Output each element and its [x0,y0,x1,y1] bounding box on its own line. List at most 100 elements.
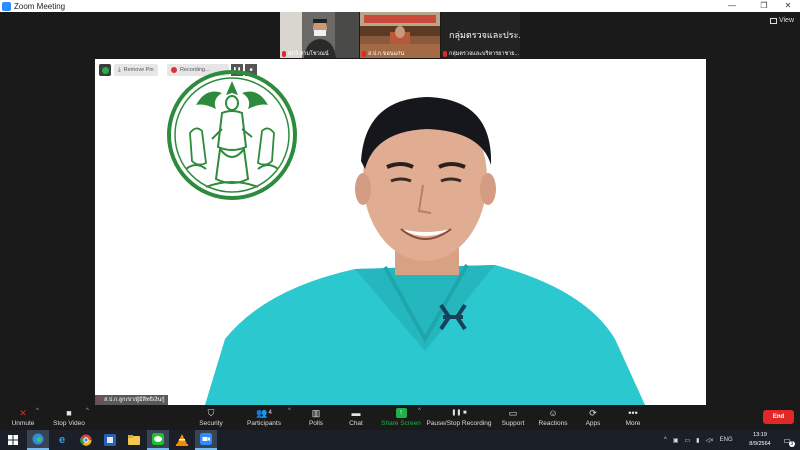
restore-button[interactable]: ❐ [752,0,776,12]
notification-count: 3 [788,440,795,447]
participant-display-name: กลุ่มตรวจและประ... [449,30,520,40]
polls-label: Polls [308,420,324,427]
view-label: View [778,17,794,24]
zoom-app-icon [200,433,212,445]
unmute-label: Unmute [11,420,35,427]
vlc-cone-icon [176,434,188,446]
active-speaker-video: ⤓ Remove Pin Recording... ❚❚ ■ ▮ ส.ป.ก.ล… [95,59,706,405]
video-options-caret[interactable]: ^ [86,408,89,414]
apps-button[interactable]: ⟳ Apps [584,405,602,430]
line-app-icon [152,433,164,445]
more-button[interactable]: ••• More [624,405,642,430]
taskbar-edge[interactable] [27,430,49,450]
language-indicator[interactable]: ENG [720,437,733,443]
active-speaker-name: ส.ป.ก.ลูกเขา/ผู้มีสิทธิเงินกู้ [104,397,165,403]
clock-time: 13:19 [753,432,767,438]
share-screen-label: Share Screen [381,420,421,427]
taskbar-clock[interactable]: 13:19 8/9/2564 [740,431,780,449]
remove-pin-label: Remove Pin [123,67,154,73]
pause-stop-recording-label: Pause/Stop Recording [426,420,492,427]
windows-taskbar: e ^ ▣ ▭ ▮ ◁× ENG 13:19 8/9/2564 ▭ 3 [0,430,800,450]
participant-name: กลุ่มตรวจและบริหารยาชาย... [449,51,520,57]
stop-video-button[interactable]: ■ Stop Video [52,405,86,430]
edge-browser-icon [32,433,44,445]
unmute-button[interactable]: ✕ Unmute [10,405,36,430]
apps-icon: ⟳ [589,408,597,418]
participant-thumbnail[interactable]: ส.ป.ก.ขอนแก่น [360,12,440,58]
taskbar-ie[interactable]: e [51,430,73,450]
participant-name-tag: ศุภวิ ศามโชวณน์ [280,50,331,58]
network-icon[interactable]: ▭ [685,437,691,444]
meeting-stage: View ศุภวิ ศามโชวณน์ ส.ป.ก.ขอนแก่น กลุ่ม… [0,12,800,405]
microphone-tray-icon[interactable]: ▮ [696,437,699,444]
support-button[interactable]: ▭ Support [500,405,526,430]
polls-button[interactable]: ▥ Polls [306,405,326,430]
pause-stop-recording-icon: ❚❚ ■ [451,410,467,416]
share-options-caret[interactable]: ^ [418,408,421,414]
taskbar-zoom[interactable] [195,430,217,450]
chat-bubble-icon: ▬ [351,408,361,418]
window-title: Zoom Meeting [14,1,66,11]
volume-icon[interactable]: ◁× [705,437,713,444]
share-screen-icon: ↑ [395,408,407,418]
share-screen-button[interactable]: ↑ Share Screen [381,405,421,430]
muted-mic-icon [282,51,286,57]
participants-button[interactable]: 👥 4 Participants [246,405,282,430]
tray-expand-icon[interactable]: ^ [664,437,667,443]
participant-name-tag: ส.ป.ก.ขอนแก่น [360,50,406,58]
notification-center-button[interactable]: ▭ 3 [776,430,798,450]
participant-name: ส.ป.ก.ขอนแก่น [368,51,405,57]
support-label: Support [501,420,525,427]
encryption-shield-icon[interactable] [99,64,111,76]
chat-button[interactable]: ▬ Chat [346,405,366,430]
taskbar-vlc[interactable] [171,430,193,450]
taskbar-line[interactable] [147,430,169,450]
taskbar-file-explorer[interactable] [123,430,145,450]
speaker-person [205,97,645,405]
reactions-button[interactable]: ☺ Reactions [538,405,568,430]
pause-stop-recording-button[interactable]: ❚❚ ■ Pause/Stop Recording [426,405,492,430]
participant-name: ศุภวิ ศามโชวณน์ [288,51,329,57]
participants-options-caret[interactable]: ^ [288,408,291,414]
folder-icon [128,435,140,445]
smiley-reaction-icon: ☺ [548,408,558,418]
muted-microphone-icon: ✕ [19,408,27,418]
remove-pin-button[interactable]: ⤓ Remove Pin [114,64,158,76]
end-meeting-button[interactable]: End [763,410,794,424]
participant-thumbnail[interactable]: กลุ่มตรวจและประ... กลุ่มตรวจและบริหารยาช… [441,12,520,58]
pin-icon: ⤓ [118,66,121,73]
view-button[interactable]: View [769,17,794,24]
video-camera-icon: ■ [66,408,72,418]
meeting-toolbar: ✕ Unmute ^ ■ Stop Video ^ ⛉ Security 👥 4 … [0,405,800,430]
notification-icon: ▭ 3 [783,435,795,447]
security-button[interactable]: ⛉ Security [198,405,224,430]
word-icon [104,434,116,446]
bar-chart-icon: ▥ [311,408,321,418]
taskbar-word[interactable] [99,430,121,450]
audio-options-caret[interactable]: ^ [36,408,39,414]
apps-label: Apps [585,420,601,427]
camera-tray-icon[interactable]: ▣ [673,437,679,444]
participant-thumbnail[interactable]: ศุภวิ ศามโชวณน์ [280,12,359,58]
taskbar-chrome[interactable] [75,430,97,450]
shield-icon: ⛉ [207,408,215,418]
more-label: More [625,420,641,427]
close-window-button[interactable]: ✕ [776,0,800,12]
minimize-button[interactable]: — [720,0,744,12]
start-button[interactable] [2,430,24,450]
participants-count: 4 [268,410,272,416]
participants-label: Participants [247,420,281,427]
grid-view-icon [769,17,777,24]
muted-mic-icon [362,51,366,57]
support-icon: ▭ [508,408,518,418]
reactions-label: Reactions [538,420,568,427]
windows-start-icon [8,435,18,445]
participants-icon: 👥 4 [256,408,272,418]
title-bar: Zoom Meeting — ❐ ✕ [0,0,800,12]
muted-mic-icon [443,51,447,57]
zoom-logo-icon [2,1,11,11]
active-speaker-name-tag: ▮ ส.ป.ก.ลูกเขา/ผู้มีสิทธิเงินกู้ [95,395,168,405]
system-tray: ^ ▣ ▭ ▮ ◁× ENG [664,430,733,450]
ellipsis-icon: ••• [628,408,638,418]
internet-explorer-icon: e [58,434,66,446]
